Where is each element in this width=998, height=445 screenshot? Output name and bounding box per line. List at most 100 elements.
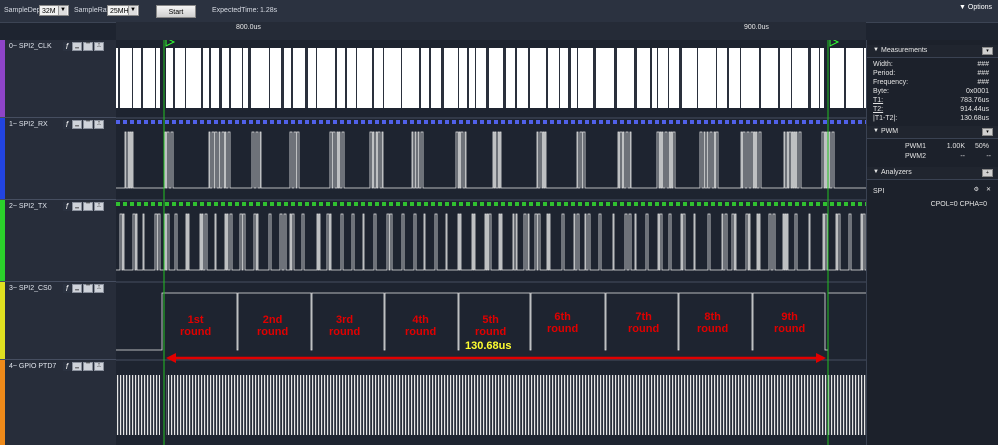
trigger-edge-icon[interactable]: f: [63, 120, 71, 129]
round-ordinal: 2nd: [262, 314, 283, 326]
pwm-frequency: 1.00K: [946, 143, 965, 150]
measure-value: 0x0001: [966, 88, 989, 95]
expected-time-label: ExpectedTime:: [212, 7, 259, 14]
trigger-any-icon[interactable]: ⎍: [94, 42, 104, 51]
round-word: round: [329, 326, 361, 338]
chevron-down-icon: ▼: [958, 4, 966, 11]
trigger-high-icon[interactable]: ▔: [83, 42, 93, 51]
sample-rate-select[interactable]: 25MHz ▼: [107, 5, 139, 16]
channel-color-bar: [0, 200, 5, 281]
measurements-header[interactable]: ▼ Measurements ▾: [867, 45, 998, 58]
round-ordinal: 1st: [187, 314, 204, 326]
round-word: round: [405, 326, 437, 338]
channel-row-gpio-ptd7[interactable]: 4~ GPIO PTD7 f ▁ ▔ ⎍: [0, 360, 116, 445]
measure-label: T1:: [873, 97, 884, 104]
time-tick-label: 900.0us: [744, 24, 769, 31]
measure-label: Byte:: [873, 88, 889, 95]
round-label: 6th round: [547, 311, 578, 335]
trigger-high-icon[interactable]: ▔: [83, 120, 93, 129]
trigger-low-icon[interactable]: ▁: [72, 42, 82, 51]
measurements-title: Measurements: [881, 47, 928, 54]
trigger-edge-icon[interactable]: f: [63, 284, 71, 293]
round-word: round: [628, 323, 660, 335]
channel-row-spi2-rx[interactable]: 1~ SPI2_RX f ▁ ▔ ⎍: [0, 118, 116, 200]
channel-row-spi2-tx[interactable]: 2~ SPI2_TX f ▁ ▔ ⎍: [0, 200, 116, 282]
round-ordinal: 7th: [635, 311, 652, 323]
time-ruler[interactable]: 800.0us 900.0us: [116, 22, 866, 41]
analyzers-title: Analyzers: [881, 169, 912, 176]
round-label: 1st round: [180, 314, 211, 338]
channel-row-spi2-cs0[interactable]: 3~ SPI2_CS0 f ▁ ▔ ⎍: [0, 282, 116, 360]
panel-menu-icon[interactable]: ▾: [982, 47, 993, 55]
trigger-low-icon[interactable]: ▁: [72, 362, 82, 371]
trigger-edge-icon[interactable]: f: [63, 202, 71, 211]
collapse-triangle-icon: ▼: [873, 169, 879, 175]
channel-label: 3~ SPI2_CS0: [9, 285, 52, 292]
trigger-low-icon[interactable]: ▁: [72, 202, 82, 211]
measure-label: Period:: [873, 70, 896, 77]
start-button[interactable]: Start: [156, 5, 196, 18]
trigger-high-icon[interactable]: ▔: [83, 362, 93, 371]
analyzer-close-icon[interactable]: ✕: [986, 186, 991, 193]
round-word: round: [774, 323, 806, 335]
measure-label: T2:: [873, 106, 884, 113]
toolbar: SampleDepth 32M ▼ SampleRate 25MHz ▼ Sta…: [0, 0, 998, 23]
options-button[interactable]: ▼ Options: [959, 4, 992, 11]
pwm-duty: --: [986, 153, 991, 160]
pwm-frequency: --: [960, 153, 965, 160]
measure-value: ###: [977, 79, 989, 86]
trigger-any-icon[interactable]: ⎍: [94, 202, 104, 211]
trigger-low-icon[interactable]: ▁: [72, 284, 82, 293]
measure-label: |T1-T2|:: [873, 115, 898, 122]
trigger-any-icon[interactable]: ⎍: [94, 120, 104, 129]
analyzers-header[interactable]: ▼ Analyzers +: [867, 167, 998, 180]
round-ordinal: 4th: [412, 314, 429, 326]
round-label: 5th round: [475, 314, 506, 338]
measure-value: ###: [977, 70, 989, 77]
round-word: round: [180, 326, 212, 338]
trigger-edge-icon[interactable]: f: [63, 42, 71, 51]
measure-value: 783.76us: [960, 97, 989, 104]
options-label: Options: [967, 4, 992, 11]
analyzer-settings-icon[interactable]: ⚙: [974, 186, 979, 193]
channel-controls: f ▁ ▔ ⎍: [63, 202, 105, 211]
chevron-down-icon: ▼: [128, 6, 137, 15]
measure-label: Frequency:: [873, 79, 909, 86]
sample-depth-value: 32M: [42, 8, 56, 15]
gpio-waveform: [116, 375, 866, 435]
trigger-any-icon[interactable]: ⎍: [94, 284, 104, 293]
round-ordinal: 3rd: [336, 314, 354, 326]
trigger-edge-icon[interactable]: f: [63, 362, 71, 371]
channel-color-bar: [0, 40, 5, 117]
panel-menu-icon[interactable]: ▾: [982, 128, 993, 136]
trigger-high-icon[interactable]: ▔: [83, 202, 93, 211]
trigger-high-icon[interactable]: ▔: [83, 284, 93, 293]
collapse-triangle-icon: ▼: [873, 128, 879, 134]
round-word: round: [475, 326, 507, 338]
channel-row-spi2-clk[interactable]: 0~ SPI2_CLK f ▁ ▔ ⎍: [0, 40, 116, 118]
trigger-any-icon[interactable]: ⎍: [94, 362, 104, 371]
channel-label: 0~ SPI2_CLK: [9, 43, 52, 50]
channel-color-bar: [0, 118, 5, 199]
pwm-header[interactable]: ▼ PWM ▾: [867, 126, 998, 139]
analyzer-name: SPI: [873, 188, 885, 195]
channel-label: 1~ SPI2_RX: [9, 121, 48, 128]
channel-color-bar: [0, 360, 5, 445]
collapse-triangle-icon: ▼: [873, 47, 879, 53]
measure-value: ###: [977, 61, 989, 68]
waveform-area[interactable]: [116, 40, 866, 445]
pwm-label: PWM2: [905, 153, 926, 160]
round-word: round: [257, 326, 289, 338]
trigger-low-icon[interactable]: ▁: [72, 120, 82, 129]
measure-value: 914.44us: [960, 106, 989, 113]
pwm-title: PWM: [881, 128, 899, 135]
round-ordinal: 6th: [554, 311, 571, 323]
channel-controls: f ▁ ▔ ⎍: [63, 42, 105, 51]
measure-label: Width:: [873, 61, 893, 68]
analyzer-config: CPOL=0 CPHA=0: [930, 201, 987, 208]
add-analyzer-icon[interactable]: +: [982, 169, 993, 177]
channel-controls: f ▁ ▔ ⎍: [63, 120, 105, 129]
expected-time-value: 1.28s: [260, 7, 278, 14]
channel-controls: f ▁ ▔ ⎍: [63, 284, 105, 293]
sample-depth-select[interactable]: 32M ▼: [39, 5, 69, 16]
